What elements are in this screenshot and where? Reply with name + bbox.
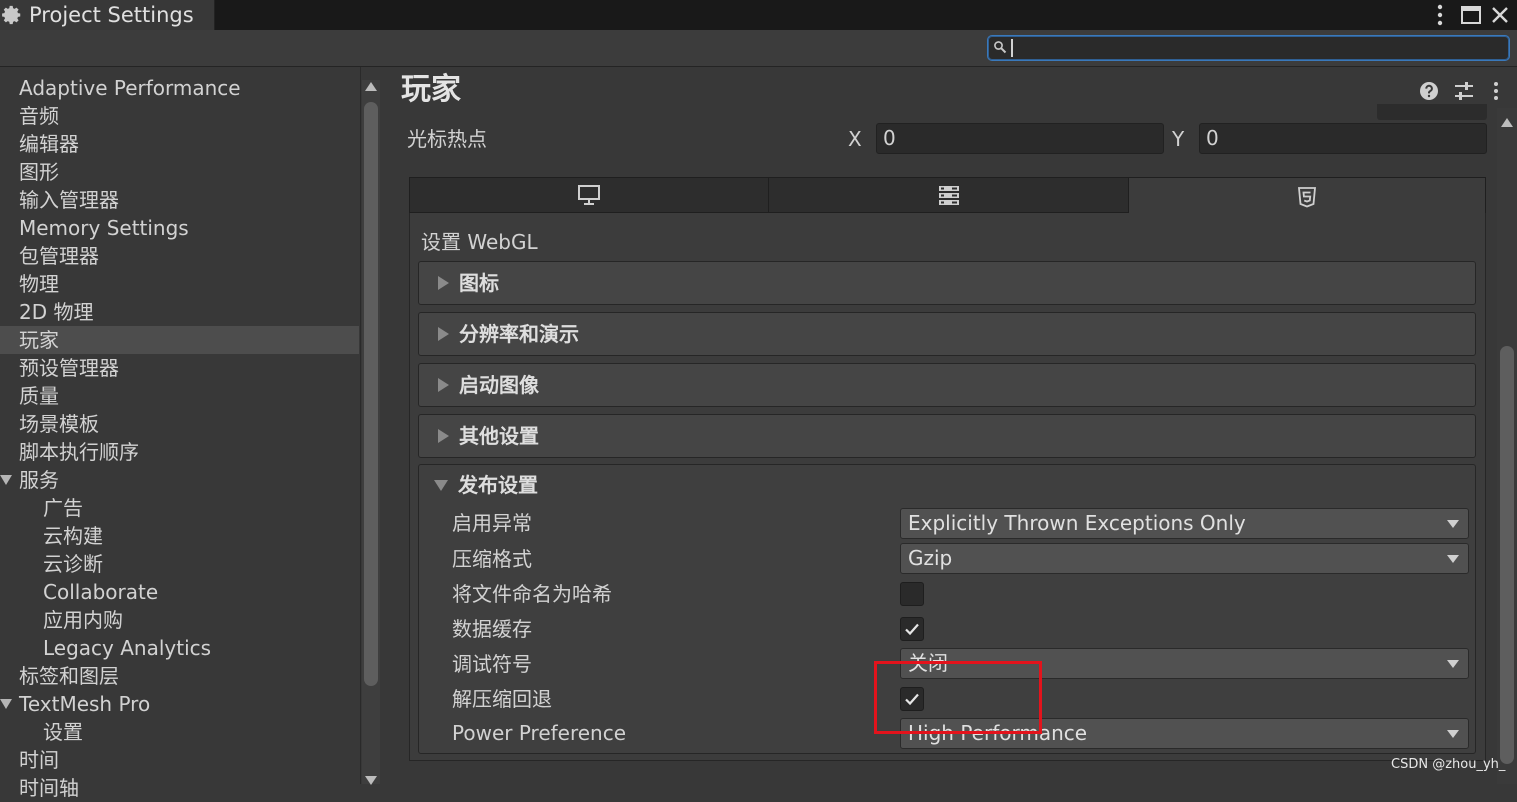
preset-icon[interactable] (1453, 80, 1475, 102)
power-preference-label: Power Preference (452, 721, 627, 745)
gear-icon (2, 5, 21, 25)
sidebar-item-adaptive-performance[interactable]: Adaptive Performance (0, 74, 359, 102)
section-splash-image[interactable]: 启动图像 (418, 363, 1476, 407)
dropdown-arrow-icon (1447, 730, 1459, 738)
cursor-hotspot-y-label: Y (1172, 127, 1185, 151)
page-title: 玩家 (401, 72, 461, 107)
watermark: CSDN @zhou_yh_ (1391, 757, 1506, 772)
sidebar-item-audio[interactable]: 音频 (0, 102, 359, 130)
compression-format-label: 压缩格式 (452, 547, 532, 571)
expand-triangle-icon (438, 378, 449, 392)
sidebar-item-physics[interactable]: 物理 (0, 270, 359, 298)
maximize-icon[interactable] (1459, 3, 1483, 27)
section-publishing-settings[interactable]: 发布设置 (418, 464, 1476, 508)
enable-exceptions-dropdown[interactable]: Explicitly Thrown Exceptions Only (900, 508, 1469, 539)
html5-icon (1298, 187, 1316, 208)
sidebar-item-package-manager[interactable]: 包管理器 (0, 242, 359, 270)
settings-for-label: 设置 WebGL (421, 230, 538, 254)
sidebar-item-scene-template[interactable]: 场景模板 (0, 410, 359, 438)
close-icon[interactable] (1488, 3, 1512, 27)
name-files-as-hashes-checkbox[interactable] (900, 582, 924, 606)
scroll-up-icon[interactable] (1501, 118, 1513, 127)
debug-symbols-label: 调试符号 (452, 652, 532, 676)
sidebar-item-player[interactable]: 玩家 (0, 326, 359, 354)
sidebar-item-cloud-diagnostics[interactable]: 云诊断 (0, 550, 359, 578)
sidebar-item-textmesh-pro[interactable]: TextMesh Pro (0, 690, 359, 718)
clipped-header-control (1377, 104, 1487, 120)
sidebar-item-graphics[interactable]: 图形 (0, 158, 359, 186)
name-files-as-hashes-label: 将文件命名为哈希 (452, 582, 612, 606)
help-icon[interactable] (1419, 81, 1439, 101)
more-options-icon[interactable] (1489, 80, 1503, 102)
search-input[interactable] (1010, 36, 1508, 60)
tab-dedicated-server[interactable] (768, 177, 1129, 213)
server-icon (938, 186, 959, 205)
text-caret (1011, 39, 1013, 57)
highlight-annotation-box (874, 661, 1042, 734)
sidebar-item-textmesh-settings[interactable]: 设置 (0, 718, 359, 746)
expand-triangle-icon[interactable] (0, 475, 12, 485)
sidebar-item-tags-and-layers[interactable]: 标签和图层 (0, 662, 359, 690)
compression-format-dropdown[interactable]: Gzip (900, 543, 1469, 574)
section-other-settings[interactable]: 其他设置 (418, 414, 1476, 458)
enable-exceptions-label: 启用异常 (452, 511, 532, 535)
sidebar-item-input-manager[interactable]: 输入管理器 (0, 186, 359, 214)
cursor-hotspot-x-field[interactable]: 0 (876, 123, 1164, 154)
sidebar-item-time[interactable]: 时间 (0, 746, 359, 774)
sidebar-item-physics-2d[interactable]: 2D 物理 (0, 298, 359, 326)
sidebar-item-in-app-purchasing[interactable]: 应用内购 (0, 606, 359, 634)
window-tab-strip (0, 0, 1517, 30)
cursor-hotspot-label: 光标热点 (407, 127, 487, 151)
section-resolution-and-presentation[interactable]: 分辨率和演示 (418, 312, 1476, 356)
sidebar-item-legacy-analytics[interactable]: Legacy Analytics (0, 634, 359, 662)
cursor-hotspot-y-field[interactable]: 0 (1199, 123, 1487, 154)
scroll-up-icon[interactable] (365, 82, 377, 91)
main-scroll-thumb[interactable] (1500, 346, 1514, 764)
sidebar-item-editor[interactable]: 编辑器 (0, 130, 359, 158)
search-icon (994, 41, 1007, 54)
sidebar-item-preset-manager[interactable]: 预设管理器 (0, 354, 359, 382)
sidebar: Adaptive Performance 音频 编辑器 图形 输入管理器 Mem… (0, 67, 361, 800)
dropdown-arrow-icon (1447, 660, 1459, 668)
sidebar-item-collaborate[interactable]: Collaborate (0, 578, 359, 606)
window-title: Project Settings (29, 3, 194, 27)
dropdown-arrow-icon (1447, 520, 1459, 528)
data-caching-checkbox[interactable] (900, 617, 924, 641)
sidebar-scroll-thumb[interactable] (364, 102, 378, 686)
kebab-menu-icon[interactable] (1428, 3, 1452, 27)
sidebar-item-cloud-build[interactable]: 云构建 (0, 522, 359, 550)
expand-triangle-icon[interactable] (0, 699, 12, 709)
tab-webgl[interactable] (1128, 177, 1486, 214)
window-tab[interactable]: Project Settings (0, 0, 215, 30)
sidebar-item-script-execution-order[interactable]: 脚本执行顺序 (0, 438, 359, 466)
checkmark-icon (905, 623, 919, 636)
sidebar-item-ads[interactable]: 广告 (0, 494, 359, 522)
sidebar-item-timeline[interactable]: 时间轴 (0, 774, 359, 802)
expand-triangle-icon (438, 276, 449, 290)
platform-tabs (409, 177, 1486, 214)
cursor-hotspot-x-label: X (848, 127, 862, 151)
sidebar-item-quality[interactable]: 质量 (0, 382, 359, 410)
sidebar-item-memory-settings[interactable]: Memory Settings (0, 214, 359, 242)
expand-triangle-icon (438, 327, 449, 341)
decompression-fallback-label: 解压缩回退 (452, 687, 552, 711)
sidebar-item-services[interactable]: 服务 (0, 466, 359, 494)
data-caching-label: 数据缓存 (452, 617, 532, 641)
section-icon[interactable]: 图标 (418, 261, 1476, 305)
collapse-triangle-icon (434, 480, 448, 491)
tab-standalone[interactable] (409, 177, 769, 213)
monitor-icon (578, 185, 600, 205)
expand-triangle-icon (438, 429, 449, 443)
dropdown-arrow-icon (1447, 555, 1459, 563)
